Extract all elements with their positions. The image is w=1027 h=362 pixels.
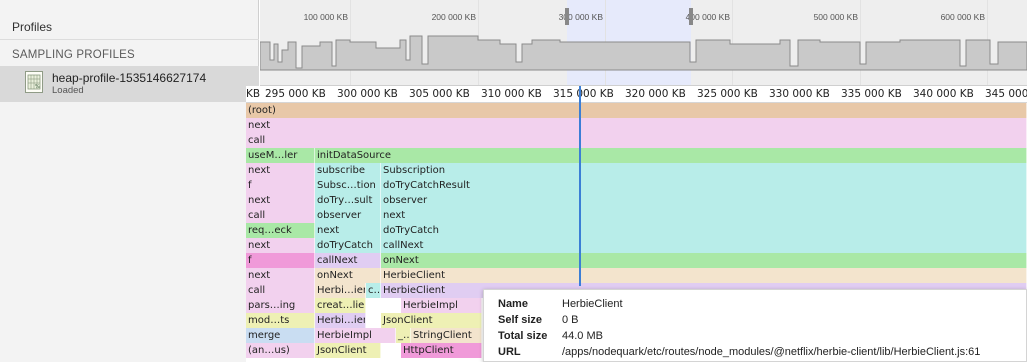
profile-item[interactable]: % heap-profile-1535146627174 Loaded: [0, 66, 259, 102]
flame-frame[interactable]: doTryCatch: [315, 238, 381, 253]
flame-frame[interactable]: HerbieImpl: [401, 298, 482, 313]
flame-frame[interactable]: observer: [381, 193, 1027, 208]
tooltip-row-name: Name HerbieClient: [498, 298, 623, 310]
flame-frame[interactable]: Herbi…ient: [315, 313, 366, 328]
flame-frame[interactable]: Subscription: [381, 163, 1027, 178]
flame-frame[interactable]: StringClient: [411, 328, 482, 343]
profile-status: Loaded: [52, 85, 84, 96]
svg-text:%: %: [35, 84, 40, 90]
flame-frame[interactable]: callNext: [381, 238, 1027, 253]
flame-frame[interactable]: f: [246, 178, 315, 193]
tooltip-row-total-size: Total size 44.0 MB: [498, 330, 603, 342]
tooltip-row-self-size: Self size 0 B: [498, 314, 579, 326]
flame-frame[interactable]: onNext: [315, 268, 381, 283]
ruler-label: 310 000 KB: [481, 88, 542, 100]
flame-frame[interactable]: f: [246, 253, 315, 268]
flame-frame[interactable]: (an…us): [246, 343, 315, 358]
flame-frame[interactable]: Subsc…tion: [315, 178, 381, 193]
flame-frame[interactable]: useM…ler: [246, 148, 315, 163]
ruler-label: 300 000 KB: [337, 88, 398, 100]
ruler-label: 345 000 KB: [985, 88, 1027, 100]
flame-frame[interactable]: _…: [396, 328, 411, 343]
tooltip-key: Self size: [498, 314, 543, 326]
tooltip-key: Total size: [498, 330, 548, 342]
flame-frame[interactable]: next: [246, 268, 315, 283]
flame-frame[interactable]: initDataSource: [315, 148, 1027, 163]
flame-frame[interactable]: next: [246, 238, 315, 253]
overview-right-handle[interactable]: [689, 8, 693, 25]
flame-frame[interactable]: pars…ing: [246, 298, 315, 313]
ruler-label: 340 000 KB: [913, 88, 974, 100]
flame-frame[interactable]: req…eck: [246, 223, 315, 238]
flame-frame[interactable]: creat…lient: [315, 298, 366, 313]
flame-frame[interactable]: JsonClient: [315, 343, 381, 358]
ruler-label: 295 000 KB: [265, 88, 326, 100]
ruler-label: 320 000 KB: [625, 88, 686, 100]
tooltip-value: /apps/nodequark/etc/routes/node_modules/…: [562, 346, 981, 358]
profiles-sidebar: Profiles SAMPLING PROFILES % heap-profil…: [0, 0, 259, 362]
flame-frame[interactable]: next: [246, 163, 315, 178]
flame-frame[interactable]: call: [246, 133, 1027, 148]
flame-frame[interactable]: HerbieImpl: [315, 328, 396, 343]
overview-pane[interactable]: 100 000 KB 200 000 KB 300 000 KB 400 000…: [260, 0, 1027, 86]
flame-frame[interactable]: callNext: [315, 253, 381, 268]
flame-frame[interactable]: subscribe: [315, 163, 381, 178]
ruler-label: 315 000 KB: [553, 88, 614, 100]
flame-frame[interactable]: next: [381, 208, 1027, 223]
flame-frame[interactable]: next: [246, 118, 1027, 133]
flame-frame[interactable]: merge: [246, 328, 315, 343]
flame-frame[interactable]: next: [246, 193, 315, 208]
flame-frame[interactable]: doTry…sult: [315, 193, 381, 208]
flame-frame[interactable]: (root): [246, 103, 1027, 118]
frame-tooltip: Name HerbieClient Self size 0 B Total size…: [483, 289, 1027, 362]
flame-frame[interactable]: mod…ts: [246, 313, 315, 328]
sidebar-title: Profiles: [0, 0, 259, 40]
ruler-label: 330 000 KB: [769, 88, 830, 100]
ruler-label: KB: [246, 88, 261, 100]
flame-frame[interactable]: Herbi…ient: [315, 283, 366, 298]
tooltip-value: HerbieClient: [562, 298, 623, 310]
tooltip-key: URL: [498, 346, 521, 358]
tooltip-row-url: URL/apps/nodequark/etc/routes/node_modul…: [498, 346, 980, 358]
flame-frame[interactable]: observer: [315, 208, 381, 223]
ruler-label: 305 000 KB: [409, 88, 470, 100]
flame-frame[interactable]: HerbieClient: [381, 268, 1027, 283]
selection-cursor-line: [579, 86, 581, 286]
flame-frame[interactable]: onNext: [381, 253, 1027, 268]
tooltip-value: 44.0 MB: [562, 330, 603, 342]
flame-frame[interactable]: JsonClient: [381, 313, 482, 328]
sampling-profiles-header: SAMPLING PROFILES: [12, 49, 135, 61]
overview-graph: [260, 35, 1027, 71]
flame-frame[interactable]: next: [315, 223, 381, 238]
heap-profile-icon: %: [25, 71, 43, 93]
tooltip-key: Name: [498, 298, 528, 310]
flame-frame[interactable]: call: [246, 208, 315, 223]
ruler-label: 335 000 KB: [841, 88, 902, 100]
ruler-label: 325 000 KB: [697, 88, 758, 100]
flame-frame[interactable]: doTryCatch: [381, 223, 1027, 238]
tooltip-value: 0 B: [562, 314, 579, 326]
profile-name: heap-profile-1535146627174: [52, 71, 207, 85]
flame-frame[interactable]: call: [246, 283, 315, 298]
flame-frame[interactable]: c…: [366, 283, 381, 298]
overview-left-handle[interactable]: [565, 8, 569, 25]
flame-frame[interactable]: HttpClient: [401, 343, 482, 358]
timeline-ruler: KB 295 000 KB 300 000 KB 305 000 KB 310 …: [246, 86, 1027, 103]
flame-frame[interactable]: doTryCatchResult: [381, 178, 1027, 193]
